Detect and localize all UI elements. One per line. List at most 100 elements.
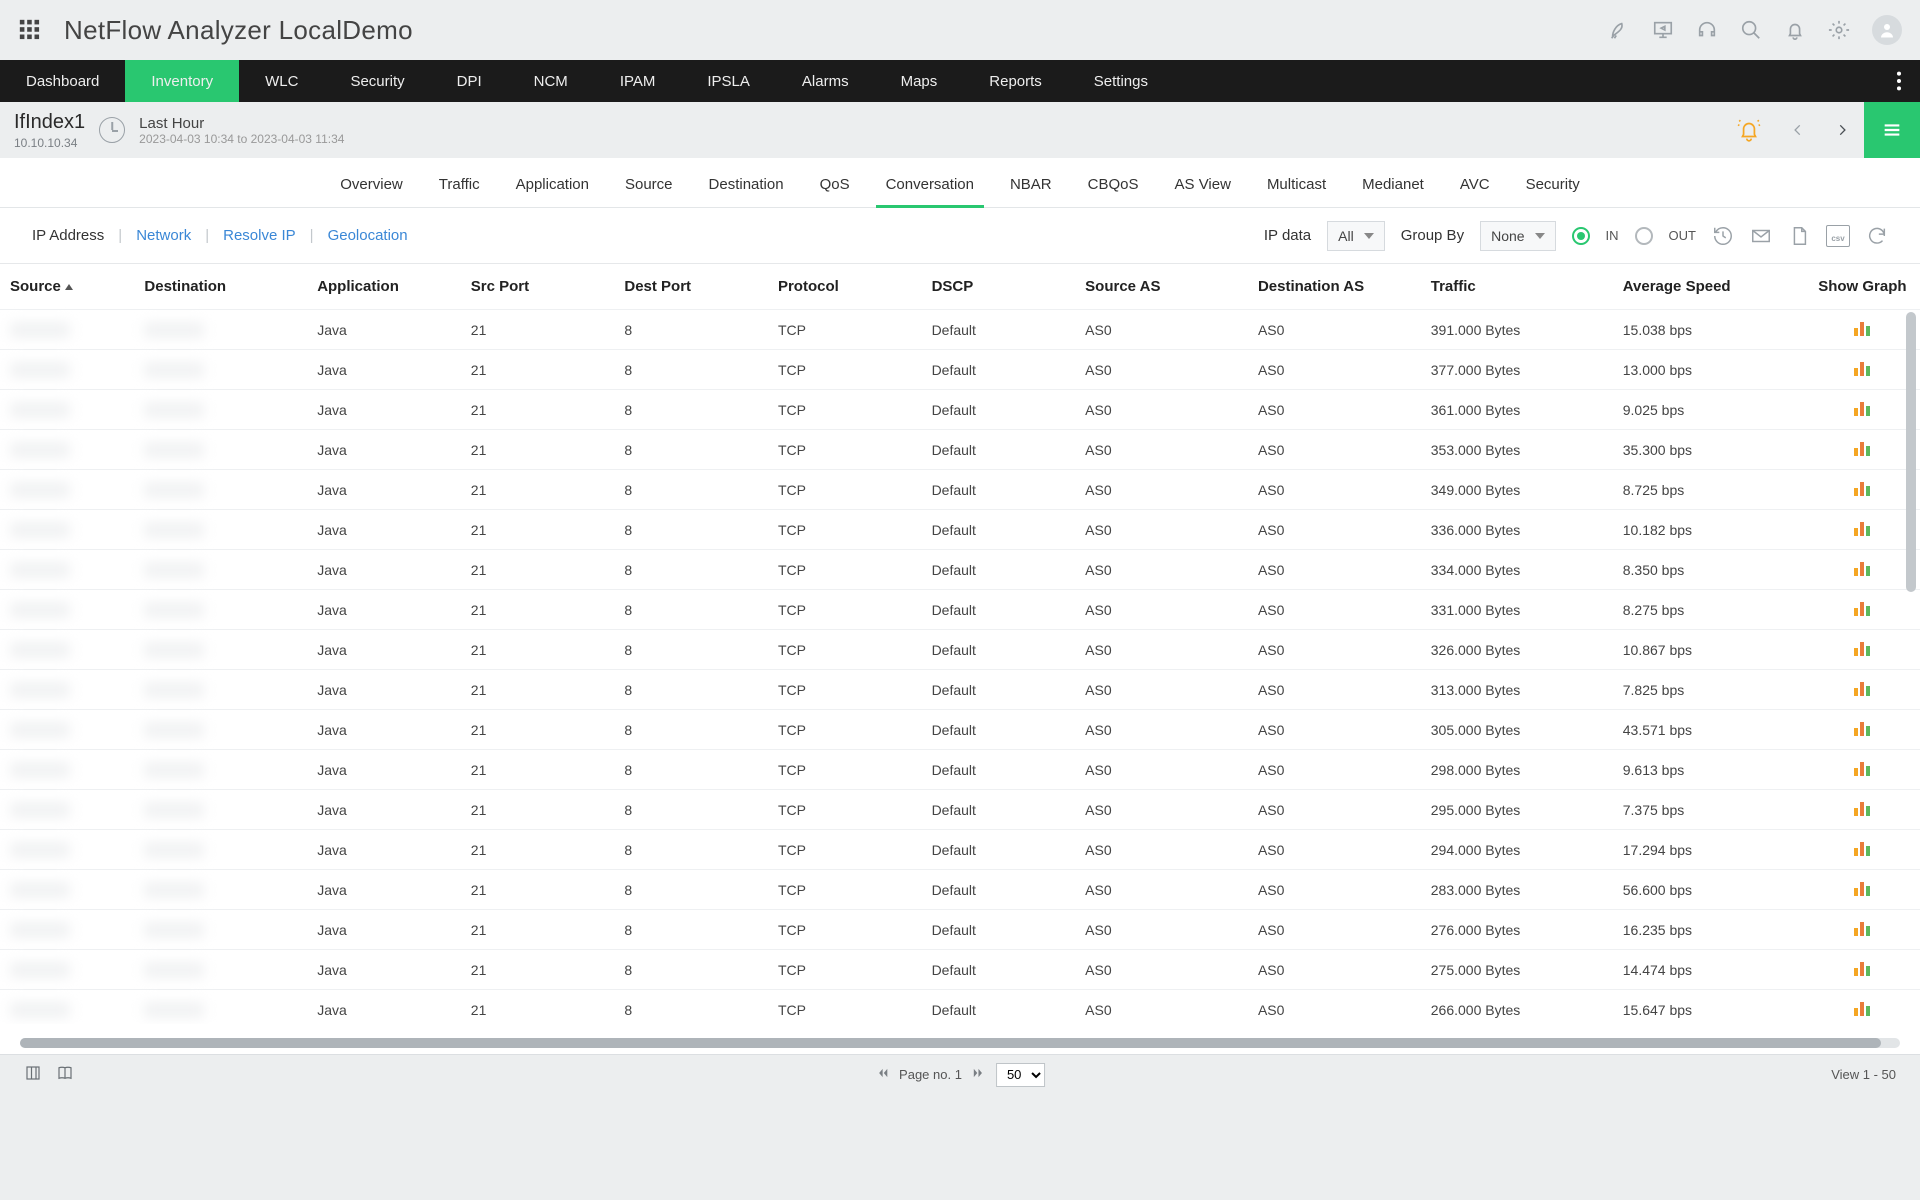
subtab-conversation[interactable]: Conversation [868,176,992,207]
next-interface[interactable] [1820,102,1864,158]
col-destination[interactable]: Destination [134,264,307,310]
email-icon[interactable] [1750,225,1772,247]
subtab-medianet[interactable]: Medianet [1344,176,1442,207]
drawer-toggle[interactable] [1864,102,1920,158]
nav-inventory[interactable]: Inventory [125,60,239,102]
rocket-icon[interactable] [1608,19,1630,41]
filterview-resolve ip[interactable]: Resolve IP [223,227,296,244]
subtab-security[interactable]: Security [1508,176,1598,207]
show-graph-icon[interactable] [1854,960,1870,976]
col-dscp[interactable]: DSCP [922,264,1076,310]
direction-in-radio[interactable] [1572,227,1590,245]
col-dest port[interactable]: Dest Port [614,264,768,310]
col-traffic[interactable]: Traffic [1421,264,1613,310]
subtab-cbqos[interactable]: CBQoS [1070,176,1157,207]
nav-alarms[interactable]: Alarms [776,60,875,102]
show-graph-icon[interactable] [1854,760,1870,776]
nav-security[interactable]: Security [324,60,430,102]
show-graph-icon[interactable] [1854,1000,1870,1016]
col-source[interactable]: Source [0,264,134,310]
direction-out-radio[interactable] [1635,227,1653,245]
subtab-overview[interactable]: Overview [322,176,421,207]
nav-dashboard[interactable]: Dashboard [0,60,125,102]
prev-interface[interactable] [1776,102,1820,158]
nav-more-icon[interactable] [1878,60,1920,102]
table-row[interactable]: hiddenhiddenJava218TCPDefaultAS0AS0361.0… [0,390,1920,430]
show-graph-icon[interactable] [1854,520,1870,536]
nav-ncm[interactable]: NCM [508,60,594,102]
apps-grid-icon[interactable] [18,18,40,43]
headset-icon[interactable] [1696,19,1718,41]
subtab-source[interactable]: Source [607,176,691,207]
subtab-multicast[interactable]: Multicast [1249,176,1344,207]
page-first-icon[interactable] [875,1066,889,1083]
nav-reports[interactable]: Reports [963,60,1068,102]
subtab-application[interactable]: Application [498,176,607,207]
horizontal-scrollbar[interactable] [20,1038,1900,1048]
pdf-icon[interactable] [1788,225,1810,247]
nav-ipsla[interactable]: IPSLA [681,60,776,102]
table-row[interactable]: hiddenhiddenJava218TCPDefaultAS0AS0283.0… [0,870,1920,910]
nav-ipam[interactable]: IPAM [594,60,682,102]
table-row[interactable]: hiddenhiddenJava218TCPDefaultAS0AS0298.0… [0,750,1920,790]
col-show graph[interactable]: Show Graph [1805,264,1920,310]
show-graph-icon[interactable] [1854,440,1870,456]
col-destination as[interactable]: Destination AS [1248,264,1421,310]
show-graph-icon[interactable] [1854,560,1870,576]
table-row[interactable]: hiddenhiddenJava218TCPDefaultAS0AS0349.0… [0,470,1920,510]
show-graph-icon[interactable] [1854,640,1870,656]
table-row[interactable]: hiddenhiddenJava218TCPDefaultAS0AS0266.0… [0,990,1920,1025]
table-row[interactable]: hiddenhiddenJava218TCPDefaultAS0AS0334.0… [0,550,1920,590]
vertical-scrollbar[interactable] [1906,312,1916,832]
show-graph-icon[interactable] [1854,920,1870,936]
csv-icon[interactable]: csv [1826,225,1850,247]
col-protocol[interactable]: Protocol [768,264,922,310]
filterview-geolocation[interactable]: Geolocation [328,227,408,244]
table-row[interactable]: hiddenhiddenJava218TCPDefaultAS0AS0326.0… [0,630,1920,670]
clock-icon[interactable] [99,117,125,143]
ipdata-select[interactable]: All [1327,221,1385,251]
subtab-destination[interactable]: Destination [691,176,802,207]
subtab-qos[interactable]: QoS [802,176,868,207]
col-average speed[interactable]: Average Speed [1613,264,1805,310]
columns-icon[interactable] [24,1064,42,1085]
nav-maps[interactable]: Maps [875,60,964,102]
col-application[interactable]: Application [307,264,461,310]
subtab-as view[interactable]: AS View [1157,176,1249,207]
nav-dpi[interactable]: DPI [431,60,508,102]
col-src port[interactable]: Src Port [461,264,615,310]
table-row[interactable]: hiddenhiddenJava218TCPDefaultAS0AS0377.0… [0,350,1920,390]
show-graph-icon[interactable] [1854,400,1870,416]
table-row[interactable]: hiddenhiddenJava218TCPDefaultAS0AS0331.0… [0,590,1920,630]
search-icon[interactable] [1740,19,1762,41]
show-graph-icon[interactable] [1854,680,1870,696]
table-row[interactable]: hiddenhiddenJava218TCPDefaultAS0AS0294.0… [0,830,1920,870]
show-graph-icon[interactable] [1854,480,1870,496]
show-graph-icon[interactable] [1854,880,1870,896]
page-next-icon[interactable] [972,1066,986,1083]
gear-icon[interactable] [1828,19,1850,41]
refresh-icon[interactable] [1866,225,1888,247]
presentation-icon[interactable] [1652,19,1674,41]
history-icon[interactable] [1712,225,1734,247]
show-graph-icon[interactable] [1854,800,1870,816]
subtab-traffic[interactable]: Traffic [421,176,498,207]
show-graph-icon[interactable] [1854,600,1870,616]
col-source as[interactable]: Source AS [1075,264,1248,310]
show-graph-icon[interactable] [1854,320,1870,336]
subtab-avc[interactable]: AVC [1442,176,1508,207]
table-row[interactable]: hiddenhiddenJava218TCPDefaultAS0AS0313.0… [0,670,1920,710]
book-icon[interactable] [56,1064,74,1085]
nav-wlc[interactable]: WLC [239,60,324,102]
table-row[interactable]: hiddenhiddenJava218TCPDefaultAS0AS0305.0… [0,710,1920,750]
groupby-select[interactable]: None [1480,221,1555,251]
avatar[interactable] [1872,15,1902,45]
show-graph-icon[interactable] [1854,360,1870,376]
table-row[interactable]: hiddenhiddenJava218TCPDefaultAS0AS0295.0… [0,790,1920,830]
subtab-nbar[interactable]: NBAR [992,176,1070,207]
filterview-network[interactable]: Network [136,227,191,244]
page-size-select[interactable]: 50 [996,1063,1045,1087]
nav-settings[interactable]: Settings [1068,60,1174,102]
table-row[interactable]: hiddenhiddenJava218TCPDefaultAS0AS0276.0… [0,910,1920,950]
table-row[interactable]: hiddenhiddenJava218TCPDefaultAS0AS0275.0… [0,950,1920,990]
